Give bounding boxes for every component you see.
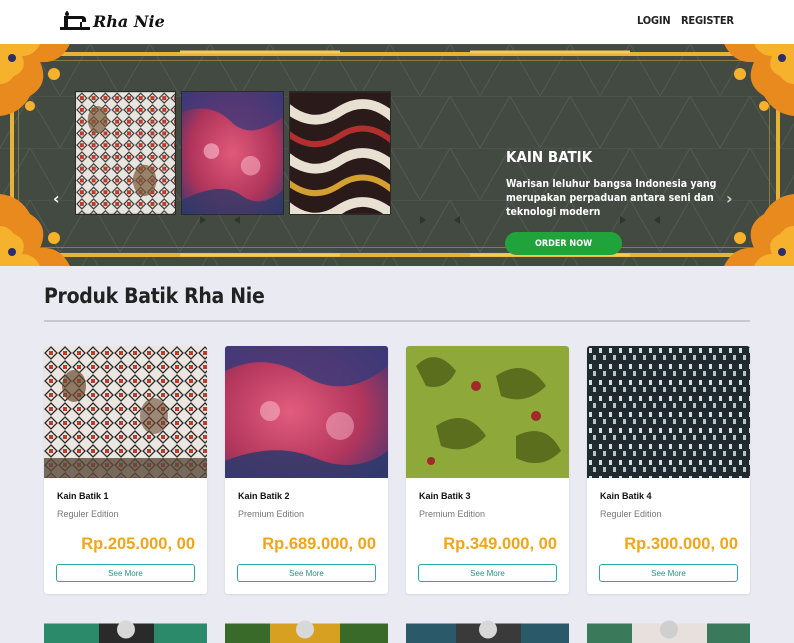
product-card: Kain Batik 2 Premium Edition Rp.689.000,… [225,346,388,594]
product-image-shirt-2 [225,620,388,643]
hero-subtitle: Warisan leluhur bangsa Indonesia yang me… [506,178,717,218]
product-edition: Premium Edition [419,509,486,519]
product-card: Kain Batik 1 Reguler Edition Rp.205.000,… [44,346,207,594]
see-more-button[interactable]: See More [599,564,738,582]
corner-ornament-top-right [724,44,794,116]
hero-title: KAIN BATIK [506,148,593,166]
carousel-prev-icon[interactable]: ‹ [53,189,60,208]
product-card: Kain Batik 3 Premium Edition Rp.349.000,… [406,346,569,594]
hero-carousel: ‹ › KAIN BATIK Warisan leluhur bangsa In… [0,44,794,266]
product-edition: Premium Edition [238,509,305,519]
product-price: Rp.349.000, 00 [443,535,557,553]
product-name: Kain Batik 1 [57,491,109,501]
see-more-button[interactable]: See More [56,564,195,582]
see-more-button[interactable]: See More [418,564,557,582]
navbar: Rha Nie LOGIN REGISTER [0,0,794,44]
slide-image-batik-1 [75,91,176,215]
logo-text: Rha Nie [93,11,165,31]
corner-ornament-top-left [0,44,70,116]
order-now-button[interactable]: ORDER NOW [505,232,622,255]
product-name: Kain Batik 3 [419,491,471,501]
section-title: Produk Batik Rha Nie [44,284,265,308]
login-link[interactable]: LOGIN [637,14,671,27]
logo[interactable]: Rha Nie [58,8,165,34]
product-image-shirt-1 [44,620,207,643]
product-image [406,346,569,478]
product-image [587,346,750,478]
product-edition: Reguler Edition [57,509,119,519]
product-edition: Reguler Edition [600,509,662,519]
product-price: Rp.205.000, 00 [81,535,195,553]
slide-image-batik-2 [181,91,284,215]
corner-ornament-bottom-left [0,194,70,266]
product-image [44,346,207,478]
product-image-shirt-3 [406,620,569,643]
product-name: Kain Batik 4 [600,491,652,501]
register-link[interactable]: REGISTER [681,14,734,27]
sewing-machine-icon [60,11,90,30]
product-name: Kain Batik 2 [238,491,290,501]
product-price: Rp.689.000, 00 [262,535,376,553]
see-more-button[interactable]: See More [237,564,376,582]
section-divider [44,320,750,322]
product-price: Rp.300.000, 00 [624,535,738,553]
product-card: Kain Batik 4 Reguler Edition Rp.300.000,… [587,346,750,594]
slide-image-batik-3 [289,91,391,215]
product-image [225,346,388,478]
product-image-shirt-4 [587,620,750,643]
